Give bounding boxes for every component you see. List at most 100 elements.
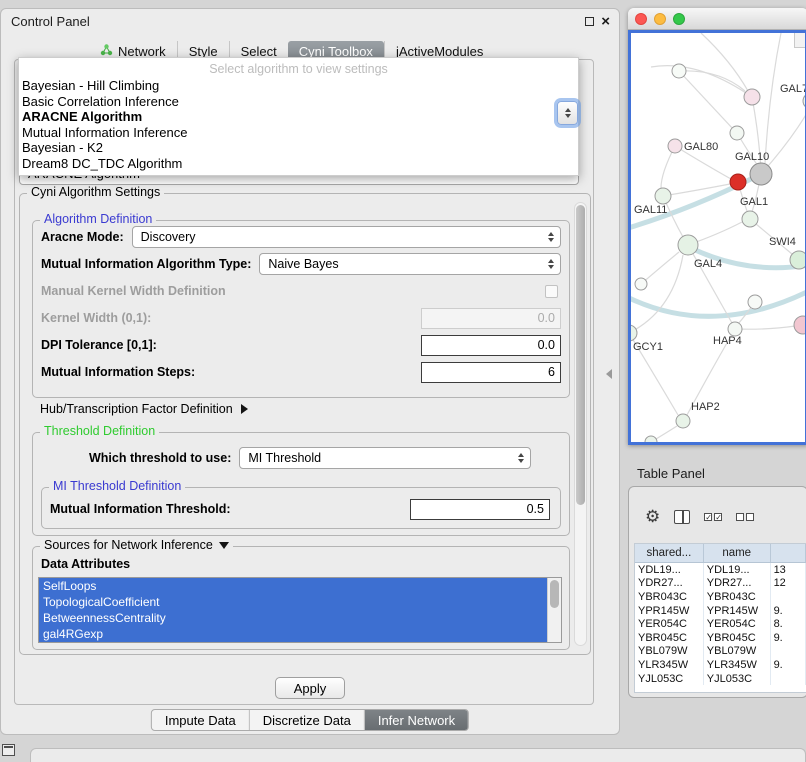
close-traffic-light-icon[interactable] <box>635 13 647 25</box>
network-node-gal11[interactable] <box>655 188 671 204</box>
mi-threshold-field[interactable]: 0.5 <box>410 499 550 520</box>
network-node[interactable] <box>744 89 760 105</box>
column-header-2[interactable] <box>771 544 806 562</box>
algorithm-combobox-arrows-button[interactable] <box>557 101 578 125</box>
network-node[interactable] <box>635 278 647 290</box>
table-row[interactable]: YBL079WYBL079W <box>635 645 806 659</box>
data-attributes-list[interactable]: SelfLoopsTopologicalCoefficientBetweenne… <box>38 577 562 643</box>
network-node[interactable] <box>730 174 746 190</box>
network-node-swi4[interactable] <box>790 251 805 269</box>
aracne-mode-combobox[interactable]: Discovery <box>132 226 561 248</box>
expand-right-icon[interactable] <box>241 404 248 414</box>
network-node-gal80[interactable] <box>668 139 682 153</box>
network-node-gal4[interactable] <box>678 235 698 255</box>
network-node-gal7[interactable] <box>803 93 805 109</box>
network-edge[interactable] <box>679 71 734 130</box>
table-cell: YDR27... <box>635 577 704 591</box>
attribute-item-betweennesscentrality[interactable]: BetweennessCentrality <box>39 610 561 626</box>
network-edge[interactable] <box>765 33 781 163</box>
mi-algorithm-type-label: Mutual Information Algorithm Type: <box>41 257 251 271</box>
which-threshold-label: Which threshold to use: <box>89 451 231 465</box>
table-cell: 9. <box>771 631 806 645</box>
network-node-label: HAP4 <box>713 335 742 347</box>
attribute-item-gal4rgexp[interactable]: gal4RGexp <box>39 626 561 642</box>
network-node-gal1[interactable] <box>742 211 758 227</box>
attribute-item-topologicalcoefficient[interactable]: TopologicalCoefficient <box>39 594 561 610</box>
algorithm-option-bayesian-hill-climbing[interactable]: Bayesian - Hill Climbing <box>19 78 578 94</box>
table-panel-window: ⚙ ✓✓ shared...name YDL19...YDL19...13YDR… <box>628 486 806 698</box>
network-node-hap4[interactable] <box>728 322 742 336</box>
network-window-titlebar[interactable] <box>628 8 806 30</box>
mi-algorithm-type-combobox[interactable]: Naive Bayes <box>259 253 561 275</box>
hub-transcription-factor-section[interactable]: Hub/Transcription Factor Definition <box>40 402 248 416</box>
aracne-mode-label: Aracne Mode: <box>41 230 124 244</box>
table-cell: YPR145W <box>635 604 704 618</box>
table-row[interactable]: YBR043CYBR043C <box>635 590 806 604</box>
network-node[interactable] <box>645 436 657 445</box>
which-threshold-combobox[interactable]: MI Threshold <box>239 447 531 469</box>
close-icon[interactable]: × <box>601 16 610 27</box>
network-edge[interactable] <box>631 255 683 333</box>
algorithm-option-dream8-dc-tdc-algorithm[interactable]: Dream8 DC_TDC Algorithm <box>19 156 578 172</box>
table-row[interactable]: YDL19...YDL19...13 <box>635 563 806 577</box>
network-node-label: GAL80 <box>684 141 718 153</box>
mi-algorithm-type-row: Mutual Information Algorithm Type: Naive… <box>41 253 561 275</box>
network-scrollbar[interactable] <box>794 33 805 48</box>
attribute-item-selfloops[interactable]: SelfLoops <box>39 578 561 594</box>
node-table[interactable]: shared...name YDL19...YDL19...13YDR27...… <box>634 543 806 693</box>
zoom-traffic-light-icon[interactable] <box>673 13 685 25</box>
algorithm-option-aracne-algorithm[interactable]: ARACNE Algorithm <box>19 109 578 125</box>
algorithm-option-mutual-information-inference[interactable]: Mutual Information Inference <box>19 125 578 141</box>
network-node-gal10[interactable] <box>750 163 772 185</box>
panel-divider-grip[interactable] <box>606 369 612 379</box>
network-edge[interactable] <box>735 326 795 329</box>
table-row[interactable]: YDR27...YDR27...12 <box>635 577 806 591</box>
network-node-label: GAL11 <box>634 204 667 216</box>
table-row[interactable]: YLR345WYLR345W9. <box>635 658 806 672</box>
updown-arrows-icon <box>516 453 526 463</box>
network-node-hap2[interactable] <box>676 414 690 428</box>
column-header-shared[interactable]: shared... <box>635 544 704 562</box>
table-cell: YDR27... <box>704 577 771 591</box>
scrollbar-thumb[interactable] <box>576 205 585 505</box>
table-row[interactable]: YPR145WYPR145W9. <box>635 604 806 618</box>
network-edge[interactable] <box>701 33 748 91</box>
table-row[interactable]: YJL053CYJL053C <box>635 672 806 686</box>
table-row[interactable]: YBR045CYBR045C9. <box>635 631 806 645</box>
algorithm-option-basic-correlation-inference[interactable]: Basic Correlation Inference <box>19 94 578 110</box>
gear-icon[interactable]: ⚙ <box>645 508 660 526</box>
network-node-label: GAL1 <box>740 196 768 208</box>
dpi-tolerance-row: DPI Tolerance [0,1]: 0.0 <box>41 334 561 356</box>
network-node[interactable] <box>672 64 686 78</box>
scrollbar-thumb[interactable] <box>550 580 559 608</box>
table-row[interactable]: YER054CYER054C8. <box>635 617 806 631</box>
collapse-down-icon[interactable] <box>219 542 229 549</box>
data-attributes-label: Data Attributes <box>41 557 130 571</box>
network-edge[interactable] <box>651 66 752 97</box>
network-node[interactable] <box>730 126 744 140</box>
network-node[interactable] <box>748 295 762 309</box>
network-edge[interactable] <box>641 252 679 284</box>
dpi-tolerance-field[interactable]: 0.0 <box>421 335 561 356</box>
attributes-scrollbar[interactable] <box>547 578 561 642</box>
bottom-tab-discretize-data[interactable]: Discretize Data <box>249 710 364 730</box>
algorithm-option-bayesian-k2[interactable]: Bayesian - K2 <box>19 140 578 156</box>
bottom-tab-impute-data[interactable]: Impute Data <box>152 710 249 730</box>
columns-icon[interactable] <box>674 510 690 524</box>
network-node[interactable] <box>794 316 805 334</box>
select-all-icon[interactable]: ✓✓ <box>704 513 722 521</box>
clear-selection-icon[interactable] <box>736 513 754 521</box>
collapsed-panel-icon[interactable] <box>2 744 15 756</box>
float-panel-icon[interactable] <box>585 17 594 26</box>
table-cell: YDL19... <box>635 563 704 577</box>
minimize-traffic-light-icon[interactable] <box>654 13 666 25</box>
apply-button[interactable]: Apply <box>275 677 345 699</box>
column-header-name[interactable]: name <box>704 544 771 562</box>
network-canvas[interactable]: GAL7GAL80GAL10GAL11GAL1SWI4GAL4GCY1HAP4H… <box>628 30 806 445</box>
network-node-gcy1[interactable] <box>631 325 637 341</box>
kernel-width-field: 0.0 <box>421 308 561 329</box>
bottom-tab-infer-network[interactable]: Infer Network <box>364 710 468 730</box>
mi-steps-field[interactable]: 6 <box>421 362 561 383</box>
settings-scrollbar[interactable] <box>574 202 587 646</box>
manual-kernel-width-checkbox[interactable] <box>545 285 558 298</box>
